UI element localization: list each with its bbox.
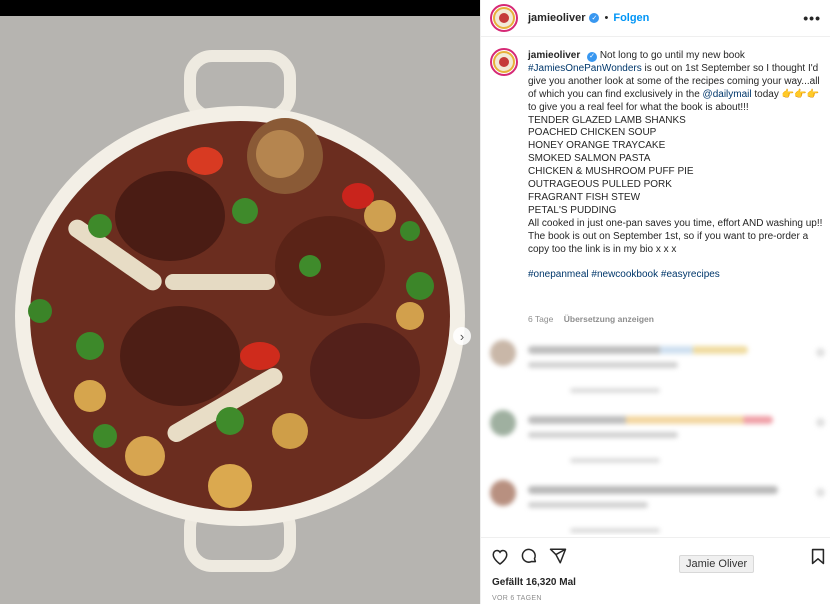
caption-text: jamieoliver ✓ Not long to go until my ne…	[528, 50, 826, 281]
caption-line4: All cooked in just one-pan saves you tim…	[528, 217, 823, 229]
avatar[interactable]	[490, 4, 518, 32]
recipe-list: TENDER GLAZED LAMB SHANKS POACHED CHICKE…	[528, 115, 826, 218]
post-side-panel: jamieoliver ✓ • Folgen ••• jamieoliver ✓…	[480, 0, 830, 604]
translate-button[interactable]: Übersetzung anzeigen	[564, 314, 654, 324]
separator-dot: •	[604, 12, 609, 24]
comment-icon[interactable]	[519, 546, 539, 566]
verified-badge-icon: ✓	[587, 52, 598, 63]
blurred-comment	[490, 480, 825, 535]
more-options-icon[interactable]: •••	[803, 10, 821, 26]
share-icon[interactable]	[548, 546, 568, 566]
recipe-item: FRAGRANT FISH STEW	[528, 191, 641, 203]
post-header: jamieoliver ✓ • Folgen •••	[481, 0, 830, 37]
bookmark-icon[interactable]	[808, 546, 828, 566]
next-arrow-icon: ›	[459, 328, 465, 344]
recipe-item: SMOKED SALMON PASTA	[528, 153, 651, 165]
top-black-bar	[0, 0, 480, 16]
recipe-item: OUTRAGEOUS PULLED PORK	[528, 179, 672, 191]
likes-count[interactable]: Gefällt 16,320 Mal	[492, 577, 576, 588]
recipe-item: TENDER GLAZED LAMB SHANKS	[528, 114, 686, 126]
hashtag-book-link[interactable]: #JamiesOnePanWonders	[528, 63, 642, 74]
caption-username[interactable]: jamieoliver	[528, 50, 580, 61]
username-link[interactable]: jamieoliver	[528, 12, 585, 24]
tooltip: Jamie Oliver	[679, 555, 755, 573]
hashtag-link[interactable]: #easyrecipes	[661, 269, 720, 280]
caption-line5: The book is out on September 1st, so if …	[528, 230, 809, 255]
recipe-item: POACHED CHICKEN SOUP	[528, 127, 657, 139]
post-date: VOR 6 TAGEN	[492, 595, 542, 602]
comments-list	[481, 330, 830, 535]
post-actions: Gefällt 16,320 Mal VOR 6 TAGEN	[481, 537, 830, 604]
verified-badge-icon: ✓	[589, 13, 600, 23]
blurred-comment	[490, 340, 825, 400]
caption-line1: Not long to go until my new book	[599, 50, 745, 61]
recipe-item: CHICKEN & MUSHROOM PUFF PIE	[528, 166, 694, 178]
recipe-item: HONEY ORANGE TRAYCAKE	[528, 140, 666, 152]
food-photo	[0, 16, 480, 604]
post-age: 6 Tage	[528, 314, 554, 324]
mention-link[interactable]: @dailymail	[703, 89, 752, 100]
post-image[interactable]: ›	[0, 16, 480, 604]
recipe-item: PETAL'S PUDDING	[528, 204, 617, 216]
hashtag-row: #onepanmeal #newcookbook #easyrecipes	[528, 269, 826, 282]
hashtag-link[interactable]: #onepanmeal	[528, 269, 589, 280]
follow-button[interactable]: Folgen	[613, 12, 649, 24]
next-image-button[interactable]: ›	[453, 327, 471, 345]
caption-meta: 6 Tage Übersetzung anzeigen	[528, 314, 662, 324]
blurred-comment	[490, 410, 825, 470]
hashtag-link[interactable]: #newcookbook	[591, 269, 658, 280]
heart-icon[interactable]	[490, 546, 510, 566]
caption-avatar[interactable]	[490, 48, 518, 76]
